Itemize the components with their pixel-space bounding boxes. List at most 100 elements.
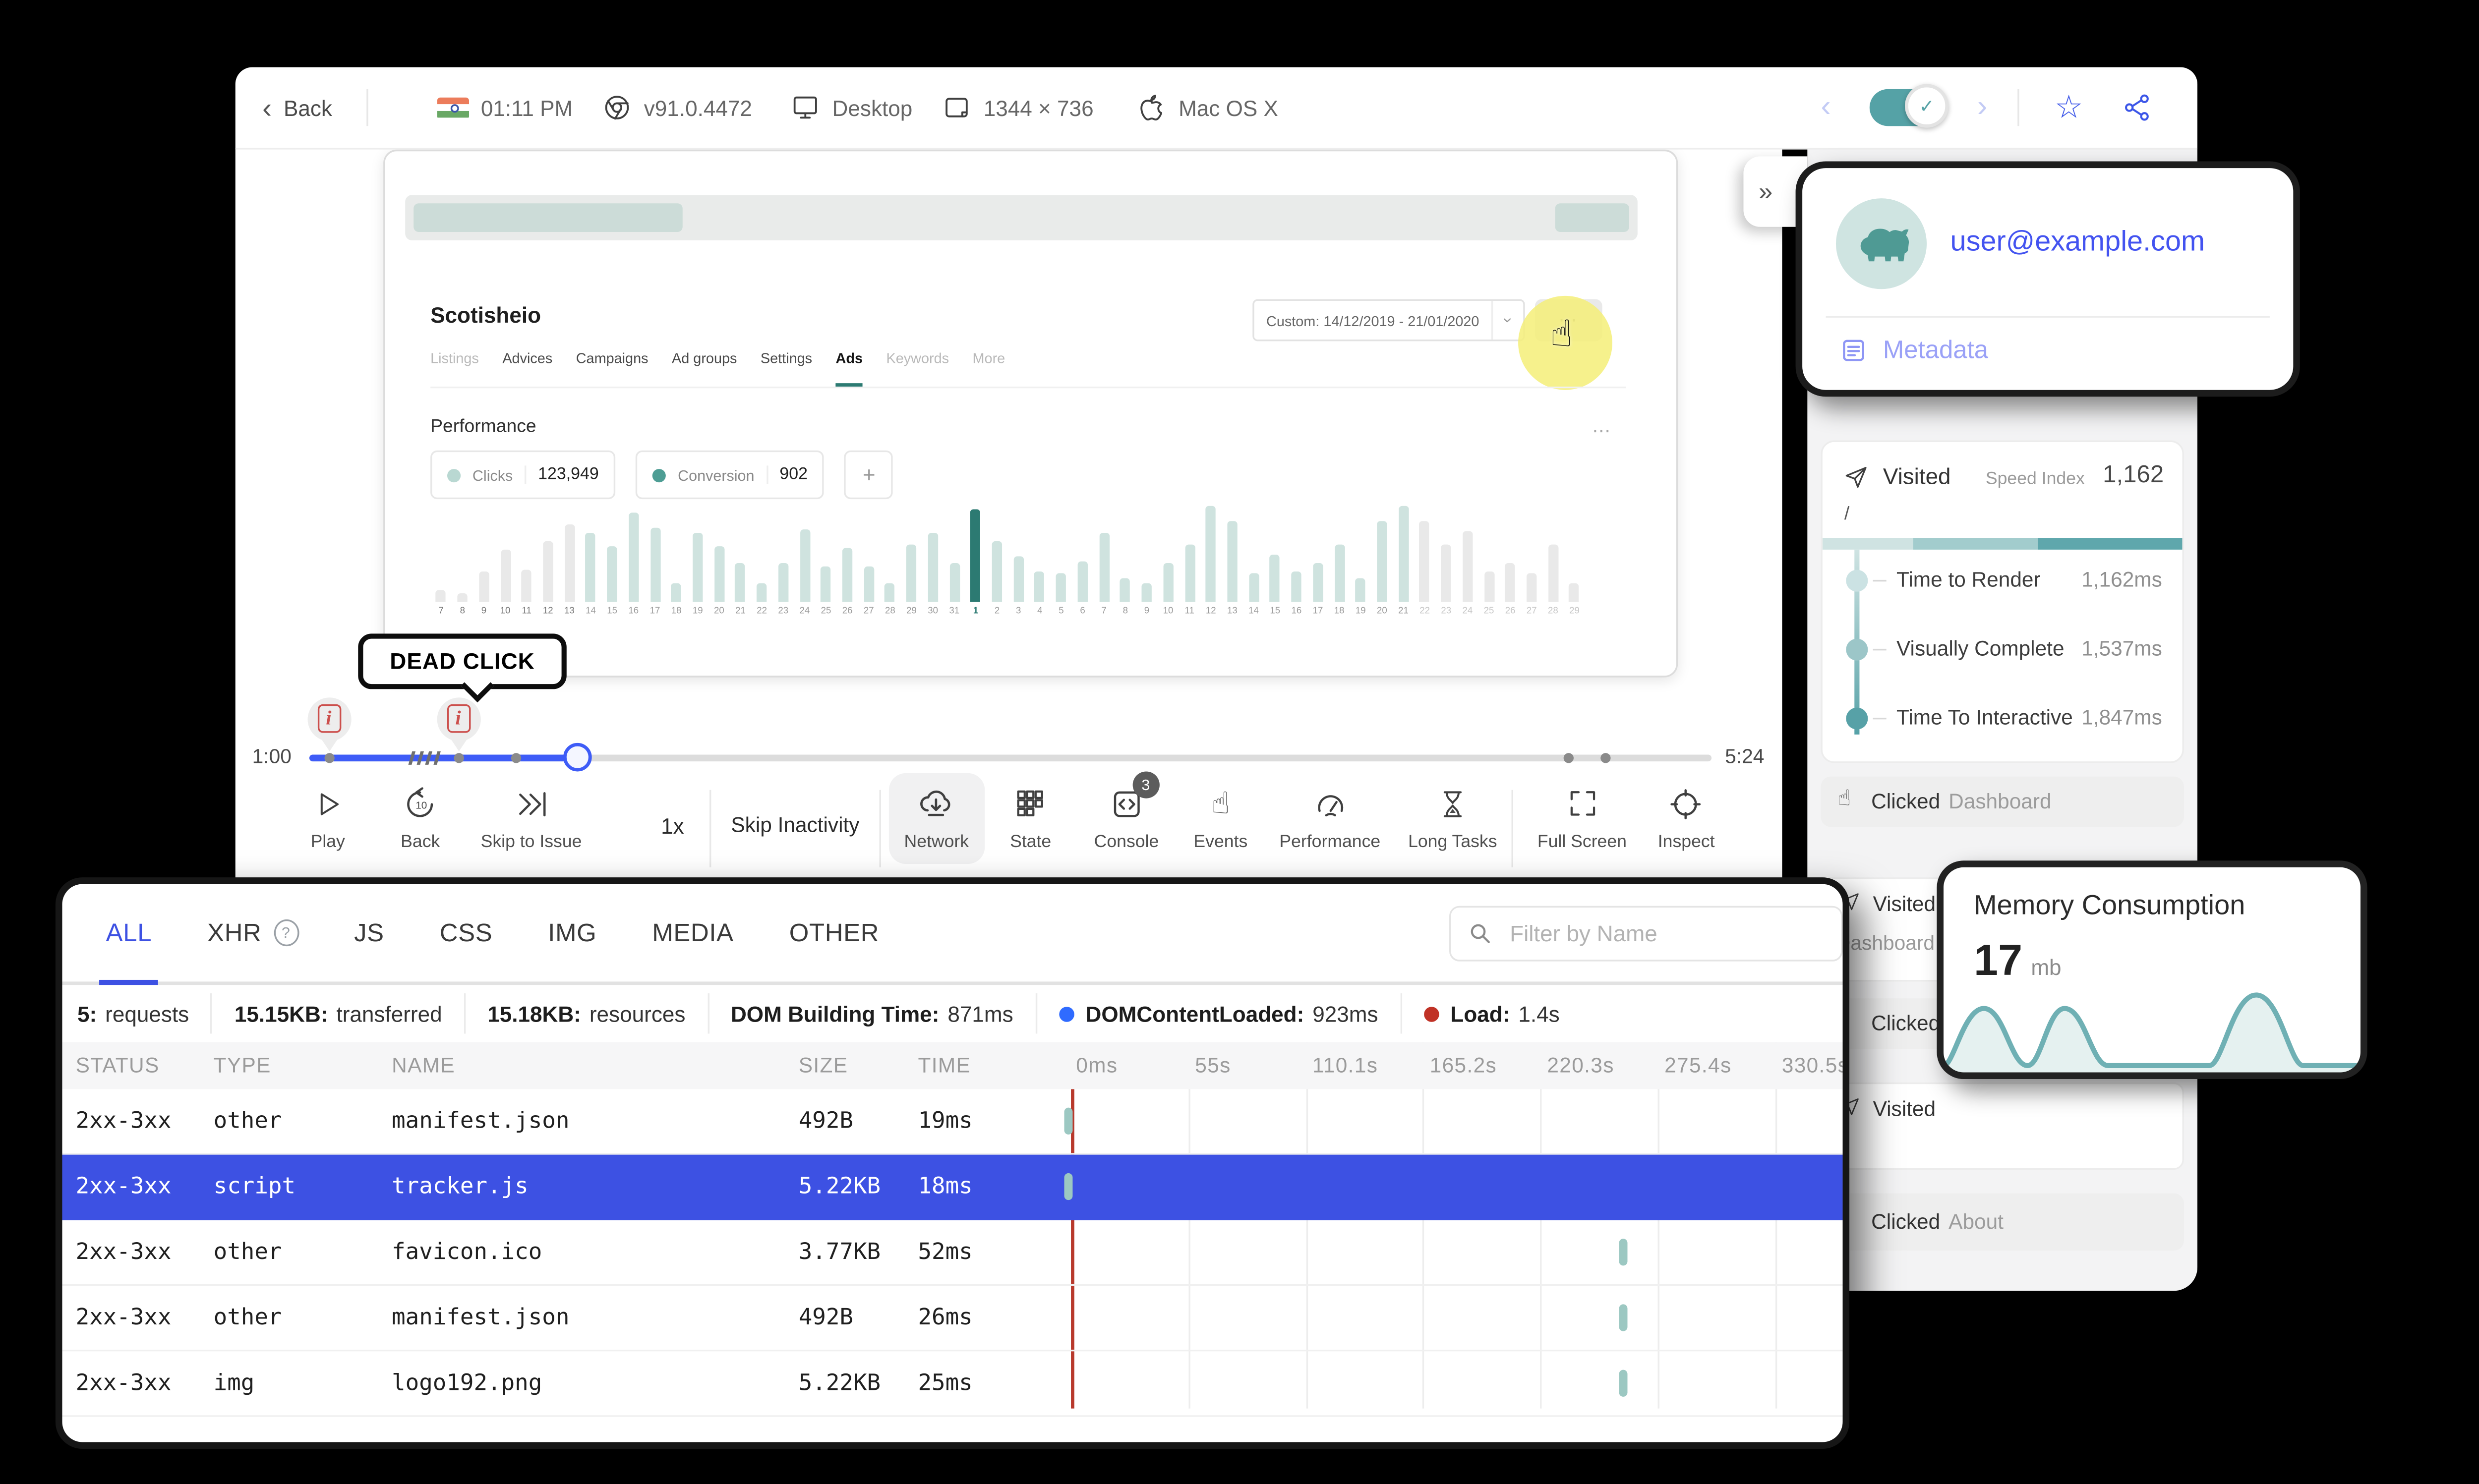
india-flag-icon	[437, 96, 470, 118]
event-dot[interactable]	[1600, 753, 1611, 763]
event-row-clicked-about[interactable]: ☝ Clicked About	[1821, 1193, 2184, 1251]
full-screen-button[interactable]: Full Screen	[1537, 783, 1627, 852]
autoplay-toggle[interactable]: ✓	[1869, 84, 1949, 128]
visually-complete-label: Visually Complete	[1896, 637, 2065, 661]
event-row-clicked-dashboard[interactable]: ☝ Clicked Dashboard	[1821, 776, 2184, 827]
performance-panel-button[interactable]: Performance	[1279, 783, 1380, 852]
prev-session-button[interactable]: ‹	[1821, 89, 1830, 124]
back-chevron-icon: ‹	[262, 91, 272, 124]
clicks-value: 123,949	[524, 465, 599, 484]
chart-bar	[1334, 544, 1345, 602]
bar-slot	[537, 506, 559, 602]
bar-slot	[1542, 506, 1564, 602]
filter-input[interactable]	[1506, 919, 1825, 948]
network-panel-button[interactable]: Network	[888, 773, 984, 864]
back-button[interactable]: ‹ Back	[262, 67, 332, 148]
console-panel-button[interactable]: 3 Console	[1094, 771, 1160, 852]
site-tab-advices[interactable]: Advices	[502, 349, 552, 387]
section-ellipsis-icon[interactable]: ⋯	[1592, 420, 1612, 442]
bar-chart-x-labels: 7 8 9 10 11 12 13 14 15 16 17 18 19 20 21 22 23 24 25 26 27 2…	[430, 607, 1586, 622]
state-panel-button[interactable]: State	[1010, 783, 1051, 852]
chart-x-label: 15	[1270, 607, 1281, 617]
bar-slot	[1051, 506, 1072, 602]
tab-all[interactable]: ALL	[99, 884, 159, 985]
cell-status: 2xx-3xx	[75, 1239, 172, 1266]
table-row[interactable]: 2xx-3xx other manifest.json 492B 26ms	[62, 1286, 1843, 1352]
site-tab-settings[interactable]: Settings	[761, 349, 812, 387]
events-panel-button[interactable]: ☝ Events	[1193, 783, 1247, 852]
metadata-button[interactable]: Metadata	[1839, 336, 1988, 365]
add-metric-button[interactable]: +	[844, 450, 893, 500]
playback-speed-button[interactable]: 1x	[661, 813, 684, 839]
site-tab-keywords[interactable]: Keywords	[886, 349, 949, 387]
chart-bar	[1035, 571, 1045, 602]
user-email: user@example.com	[1950, 225, 2205, 257]
device-info: Desktop	[790, 67, 912, 148]
speed-index-value: 1,162	[2103, 462, 2164, 489]
chart-bar	[649, 527, 660, 602]
chart-bar	[1099, 532, 1109, 602]
tab-js[interactable]: JS	[354, 884, 384, 982]
bar-slot	[1307, 506, 1328, 602]
chart-x-label: 26	[842, 607, 853, 617]
bar-slot	[730, 506, 751, 602]
tab-css[interactable]: CSS	[440, 884, 493, 982]
chart-x-label: 11	[522, 607, 531, 617]
site-nav-tabs: Listings Advices Campaigns Ad groups Set…	[430, 349, 1626, 389]
chart-bar	[1462, 530, 1473, 602]
chart-bar	[1227, 520, 1238, 602]
table-row[interactable]: 2xx-3xx other favicon.ico 3.77KB 52ms	[62, 1220, 1843, 1286]
cell-size: 5.22KB	[798, 1173, 881, 1200]
resolution-info: 1344 × 736	[942, 67, 1094, 148]
cell-time: 26ms	[918, 1304, 973, 1331]
bar-slot	[1286, 506, 1307, 602]
skip-to-issue-button[interactable]: Skip to Issue	[481, 783, 582, 852]
site-tab-ads[interactable]: Ads	[835, 349, 863, 387]
conversion-chip[interactable]: Conversion 902	[636, 450, 825, 500]
visited-event-card[interactable]: Visited Speed Index 1,162 / Time to Rend…	[1821, 440, 2184, 763]
site-tab-more[interactable]: More	[973, 349, 1005, 387]
skeleton-block	[413, 203, 683, 232]
event-dot[interactable]	[511, 753, 522, 763]
table-row[interactable]: 2xx-3xx other manifest.json 492B 19ms	[62, 1089, 1843, 1155]
site-tab-campaigns[interactable]: Campaigns	[576, 349, 649, 387]
chart-bar	[671, 582, 682, 602]
skip-inactivity-toggle[interactable]: Skip Inactivity	[731, 813, 859, 837]
share-button[interactable]	[2122, 93, 2152, 123]
tab-img[interactable]: IMG	[548, 884, 596, 982]
tab-media[interactable]: MEDIA	[652, 884, 734, 982]
issue-marker-pin[interactable]: i	[437, 697, 481, 758]
help-icon[interactable]: ?	[273, 919, 299, 947]
next-session-button[interactable]: ›	[1977, 89, 1987, 124]
dead-click-label: DEAD CLICK	[390, 648, 535, 674]
table-row[interactable]: 2xx-3xx script tracker.js 5.22KB 18ms	[62, 1154, 1843, 1220]
cell-time: 52ms	[918, 1239, 973, 1266]
chart-x-label: 10	[500, 607, 511, 617]
bar-slot	[1136, 506, 1157, 602]
table-row[interactable]: 2xx-3xx img logo192.png 5.22KB 25ms	[62, 1351, 1843, 1417]
tab-other[interactable]: OTHER	[789, 884, 879, 982]
inspect-button[interactable]: Inspect	[1658, 783, 1715, 852]
stat-domcontentloaded: DOMContentLoaded: 923ms	[1037, 993, 1402, 1034]
tab-xhr[interactable]: XHR ?	[207, 884, 299, 982]
event-row-visited[interactable]: Visited	[1821, 1082, 2184, 1170]
favorite-star-button[interactable]: ☆	[2055, 89, 2083, 128]
chart-bar	[1548, 544, 1558, 602]
site-tab-listings[interactable]: Listings	[430, 349, 479, 387]
chart-x-label: 30	[928, 607, 939, 617]
date-range-picker[interactable]: Custom: 14/12/2019 - 21/01/2020 ‹	[1252, 299, 1525, 342]
back-10s-button[interactable]: 10 Back	[401, 783, 440, 852]
clicks-chip[interactable]: Clicks 123,949	[430, 450, 616, 500]
site-tab-ad-groups[interactable]: Ad groups	[672, 349, 737, 387]
waterfall-bar	[1619, 1370, 1628, 1397]
chart-bar	[1312, 563, 1323, 602]
timeline-track[interactable]	[309, 742, 1712, 772]
play-button[interactable]: Play	[311, 783, 345, 852]
event-dot[interactable]	[1563, 753, 1574, 763]
conversion-label: Conversion	[678, 466, 755, 483]
issue-marker-pin[interactable]: i	[307, 697, 352, 758]
filter-search-box[interactable]	[1449, 906, 1843, 962]
long-tasks-panel-button[interactable]: Long Tasks	[1408, 783, 1497, 852]
playhead-handle[interactable]	[563, 742, 592, 772]
performance-bar-chart	[430, 506, 1586, 602]
